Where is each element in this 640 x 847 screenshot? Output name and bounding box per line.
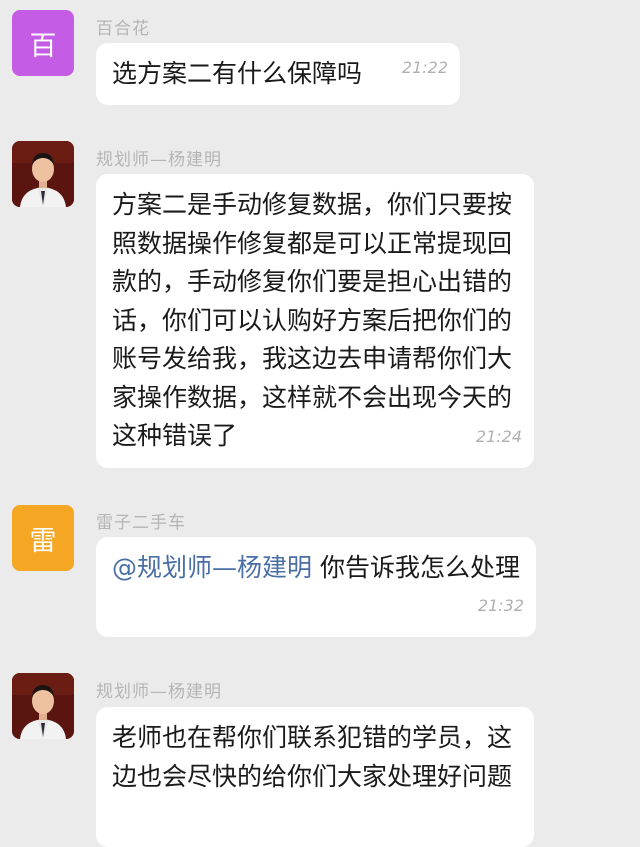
avatar[interactable]	[12, 673, 74, 739]
message-text: 选方案二有什么保障吗	[112, 59, 363, 88]
message-time: 21:24	[475, 426, 522, 446]
person-avatar-icon	[12, 673, 74, 739]
sender-name: 规划师—杨建明	[96, 150, 222, 170]
message-bubble[interactable]: 选方案二有什么保障吗 21:22	[96, 43, 460, 105]
sender-name: 雷子二手车	[96, 513, 186, 533]
person-avatar-icon	[12, 141, 74, 207]
sender-name: 百合花	[96, 19, 150, 39]
avatar[interactable]	[12, 141, 74, 207]
avatar[interactable]: 雷	[12, 505, 74, 571]
message-time: 21:32	[477, 595, 524, 615]
message-text: 老师也在帮你们联系犯错的学员，这边也会尽快的给你们大家处理好问题	[112, 723, 513, 791]
message-bubble[interactable]: 老师也在帮你们联系犯错的学员，这边也会尽快的给你们大家处理好问题	[96, 707, 534, 847]
avatar-initial: 百	[29, 30, 57, 62]
message-time: 21:22	[401, 57, 448, 77]
avatar[interactable]: 百	[12, 10, 74, 76]
message-text: 方案二是手动修复数据，你们只要按照数据操作修复都是可以正常提现回款的，手动修复你…	[112, 190, 513, 450]
mention-link[interactable]: @规划师—杨建明	[112, 553, 312, 582]
message-text: 你告诉我怎么处理	[312, 553, 520, 582]
message-bubble[interactable]: 方案二是手动修复数据，你们只要按照数据操作修复都是可以正常提现回款的，手动修复你…	[96, 174, 534, 468]
message-bubble[interactable]: @规划师—杨建明 你告诉我怎么处理 21:32	[96, 537, 536, 637]
sender-name: 规划师—杨建明	[96, 682, 222, 702]
avatar-initial: 雷	[29, 525, 57, 557]
